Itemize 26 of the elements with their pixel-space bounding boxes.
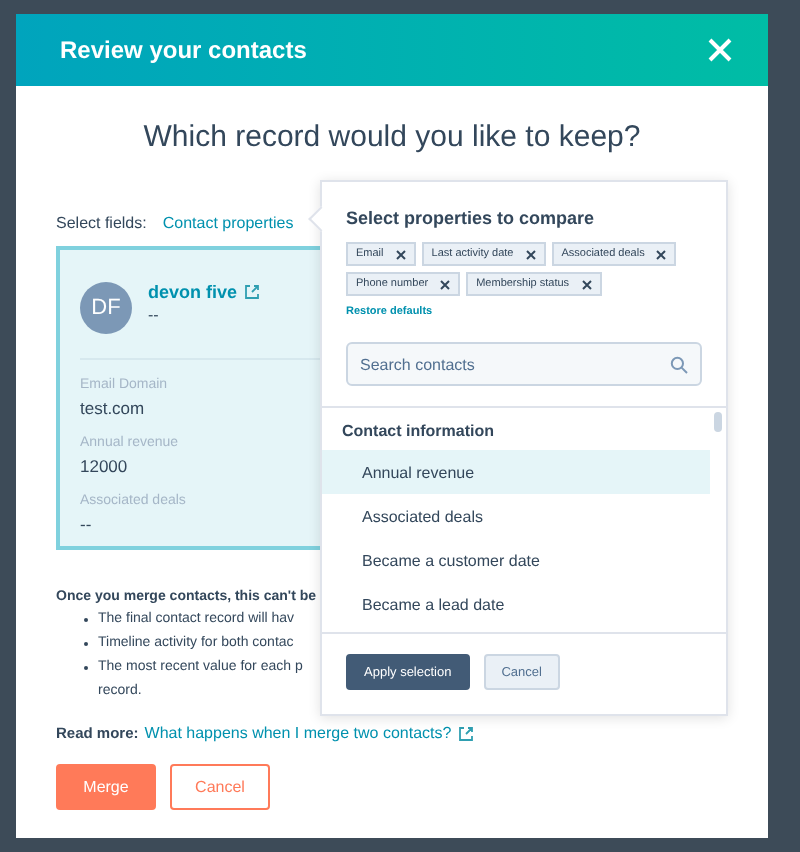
- scrollbar-thumb[interactable]: [714, 412, 722, 432]
- remove-icon[interactable]: [440, 279, 451, 289]
- merge-button[interactable]: Merge: [56, 764, 156, 810]
- property-option[interactable]: Became a lead date: [322, 582, 710, 626]
- help-article-link[interactable]: What happens when I merge two contacts?: [144, 724, 452, 742]
- contact-name-link[interactable]: devon five: [148, 282, 238, 302]
- external-link-icon: [457, 725, 474, 741]
- remove-icon[interactable]: [656, 249, 667, 259]
- contact-subtitle: --: [148, 306, 161, 324]
- search-icon: [670, 356, 688, 374]
- field-value: --: [80, 514, 92, 534]
- field-value: 12000: [80, 456, 128, 476]
- select-fields-label: Select fields:: [56, 214, 147, 232]
- property-option[interactable]: Annual revenue: [322, 450, 710, 494]
- remove-icon[interactable]: [581, 279, 592, 289]
- search-field[interactable]: Search contacts: [346, 342, 702, 386]
- cancel-button[interactable]: Cancel: [170, 764, 270, 810]
- remove-icon[interactable]: [525, 249, 536, 259]
- contact-properties-link[interactable]: Contact properties: [162, 214, 294, 232]
- remove-icon[interactable]: [395, 249, 406, 259]
- dialog-title: Review your contacts: [60, 36, 307, 64]
- external-link-icon: [243, 284, 260, 300]
- avatar: DF: [80, 282, 132, 334]
- popover-title: Select properties to compare: [344, 206, 597, 232]
- field-value: test.com: [80, 398, 145, 418]
- dialog-question: Which record would you like to keep?: [141, 120, 643, 154]
